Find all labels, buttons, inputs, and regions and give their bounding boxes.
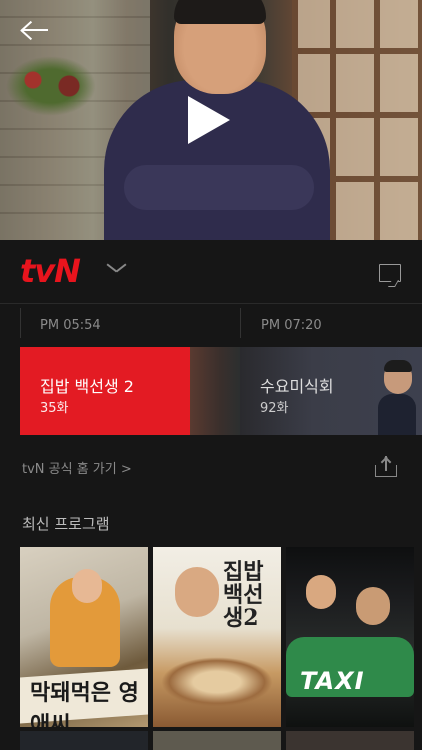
poster-title: 집밥 백선생2 — [223, 559, 264, 632]
official-home-link[interactable]: tvN 공식 홈 가기 > — [22, 458, 132, 477]
poster-title: 막돼먹은 영애씨 — [30, 680, 139, 727]
timeline-tick — [240, 308, 241, 338]
episode-number: 92화 — [260, 401, 289, 416]
back-arrow-icon[interactable] — [20, 18, 48, 42]
program-title: 집밥 백선생 2 — [40, 377, 134, 396]
program-poster[interactable] — [286, 731, 414, 750]
poster-title: TAXI — [300, 667, 365, 695]
play-icon[interactable] — [188, 96, 230, 144]
chevron-down-icon[interactable] — [106, 262, 126, 274]
episode-number: 35화 — [40, 401, 69, 416]
section-title: 최신 프로그램 — [22, 515, 110, 533]
background-plant — [6, 56, 96, 116]
program-thumbnail — [190, 347, 240, 435]
program-poster[interactable]: TAXI — [286, 547, 414, 727]
program-poster[interactable]: 막돼먹은 영애씨 — [20, 547, 148, 727]
schedule-card-current[interactable]: 집밥 백선생 2 35화 — [20, 347, 190, 435]
program-title: 수요미식회 — [260, 377, 334, 396]
timeline-tick — [20, 308, 21, 338]
chat-icon[interactable] — [379, 264, 401, 282]
program-host-thumbnail — [378, 358, 416, 435]
program-poster[interactable] — [20, 731, 148, 750]
program-poster[interactable]: 집밥 백선생2 — [153, 547, 281, 727]
program-poster[interactable] — [153, 731, 281, 750]
share-icon[interactable] — [374, 455, 398, 479]
schedule-time: PM 07:20 — [261, 318, 322, 333]
schedule-time: PM 05:54 — [40, 318, 101, 333]
channel-logo: tvN — [20, 252, 81, 290]
